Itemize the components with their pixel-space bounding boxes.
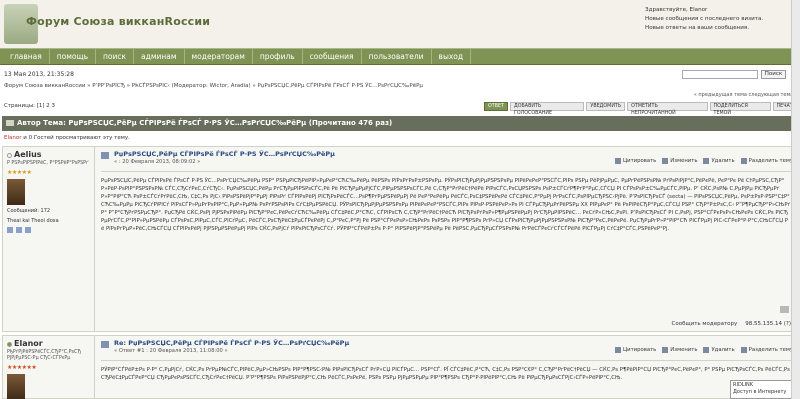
reply-button[interactable]: ОТВЕТ [484,102,508,111]
post-divider [101,171,793,172]
site-header: Форум Союза викканRоссии Здравствуйте, E… [0,0,800,48]
edit-button[interactable]: Изменить [662,158,697,164]
nav-messages[interactable]: сообщения [303,49,362,64]
post-title[interactable]: Re: РџРѕРЅСЏС‚РёРµ СЃРІРѕРё ЃРѕСЃ Р·РЅ Ў… [114,339,349,347]
post-icon [101,341,109,348]
split-topic-button[interactable]: Разделить тему [740,347,793,353]
topic-header: Автор Тема: РџРѕРЅСЏС‚РёРµ СЃРІРѕРё ЃРѕС… [2,116,798,131]
post-author-panel: Elanor РђРґРјРёРЅРёСЃС‚СЂР°С‚РѕСЂ РЈРјРµ… [3,336,95,399]
quote-label: Цитировать [623,158,657,164]
avatar [7,179,25,205]
prev-next-topic-links[interactable]: « предыдущая тема следующая тема » [620,92,798,98]
post-date: « Ответ #1 : 20 Февраля 2013, 11:08:00 » [114,348,228,354]
split-topic-button[interactable]: Разделить тему [740,158,793,164]
search-input[interactable] [682,70,758,79]
edit-button[interactable]: Изменить [662,347,697,353]
delete-label: Удалить [711,347,735,353]
post-header: РџРѕРЅСЏС‚РёРµ СЃРІРѕРё ЃРѕСЃ Р·РЅ ЎС…Рѕ… [101,150,793,165]
split-icon [740,158,747,164]
topic-buttons: ОТВЕТ ДОБАВИТЬ ГОЛОСОВАНИЕ УВЕДОМИТЬ ОТМ… [484,102,800,116]
welcome-box: Здравствуйте, Elanor Новые сообщения с п… [645,6,795,33]
post-actions: Цитировать Изменить Удалить Разделить те… [615,158,793,164]
topic-title: Автор Тема: РџРѕРЅСЏС‚РёРµ СЃРІРѕРё ЃРѕС… [17,119,393,127]
site-title[interactable]: Форум Союза викканRоссии [26,15,210,28]
quote-icon [615,347,622,353]
pagination[interactable]: Страницы: [1] 2 3 [4,103,55,109]
author-rank: РђРґРјРёРЅРёСЃС‚СЂР°С‚РѕСЂ РЈРјРµРЅС‹Рµ … [7,350,82,361]
post-text: РџРѕРЅСЏС‚РёРµ СЃРІРѕРё ЃРѕСЃ Р·РЅ ЎС…Рѕ… [101,178,791,232]
message-count: Сообщений: 172 [7,208,51,214]
website-icon[interactable] [16,227,22,233]
quote-label: Цитировать [623,347,657,353]
quote-button[interactable]: Цитировать [615,347,656,353]
edit-icon [662,158,669,164]
network-tooltip: RIDLINK Доступ в Интернету [730,380,798,399]
share-topic-button[interactable]: ПОДЕЛИТЬСЯ ТЕМОЙ [709,102,771,116]
welcome-text: Здравствуйте, Elanor [645,7,708,13]
post-author-panel: Aelius Р РЅРѕРїРЅРІРёС‚ Р°РЅРёР°РѕРЅРґ ★… [3,147,95,331]
nav-admins[interactable]: админам [134,49,185,64]
current-date: 13 Мая 2013, 21:35:28 [4,71,74,78]
post-2: Elanor РђРґРјРёРЅРёСЃС‚СЂР°С‚РѕСЂ РЈРјРµ… [2,335,798,399]
post-date: « : 20 Февраля 2013, 08:09:02 » [114,159,201,165]
edit-icon [662,347,669,353]
vertical-scrollbar[interactable] [791,0,800,399]
viewers-line: Elanor и 0 Гостей просматривают эту тему… [4,135,130,141]
email-icon[interactable] [25,227,31,233]
post-actions: Цитировать Изменить Удалить Разделить те… [615,347,793,353]
split-label: Разделить тему [748,158,793,164]
report-icon[interactable] [780,306,789,313]
delete-icon [703,158,710,164]
post-footer: Сообщить модератору 98.55.135.14 (?) [672,321,792,327]
ip-address: 98.55.135.14 (?) [745,321,791,327]
report-to-moderator-link[interactable]: Сообщить модератору [672,321,738,327]
nav-help[interactable]: помощь [50,49,96,64]
split-label: Разделить тему [748,347,793,353]
post-1: Aelius Р РЅРѕРїРЅРІРёС‚ Р°РЅРёР°РѕРЅРґ ★… [2,146,798,332]
post-title[interactable]: РџРѕРЅСЏС‚РёРµ СЃРІРѕРё ЃРѕСЃ Р·РЅ ЎС…Рѕ… [114,150,335,158]
viewers-rest: и 0 Гостей просматривают эту тему. [21,135,130,141]
delete-button[interactable]: Удалить [703,158,735,164]
topic-icon [6,120,14,126]
nav-search[interactable]: поиск [96,49,135,64]
nav-moderators[interactable]: модераторам [185,49,253,64]
profile-icon[interactable] [7,227,13,233]
post-icon [101,152,109,159]
nav-home[interactable]: главная [3,49,50,64]
author-name[interactable]: Elanor [14,339,43,348]
breadcrumb[interactable]: Форум Союза викканRоссии » Р’РР‘РѕРїСЂ »… [4,83,423,89]
rank-stars: ★★★★★★ [7,364,37,371]
search-button[interactable]: Поиск [761,70,786,79]
post-header: Re: РџРѕРЅСЏС‚РёРµ СЃРІРѕРё ЃРѕСЃ Р·РЅ Ў… [101,339,793,354]
post-divider [101,360,793,361]
quote-icon [615,158,622,164]
edit-label: Изменить [670,158,698,164]
delete-icon [703,347,710,353]
online-status-icon [7,342,12,347]
main-nav: главная помощь поиск админам модераторам… [0,48,800,65]
new-replies-link[interactable]: Новые ответы на ваши сообщения. [645,24,795,33]
post-text: РЎРїР°СЃРёР±Рѕ Р·Р° С‚РµРјСѓ, СЌС‚Рѕ РґР… [101,367,790,381]
add-poll-button[interactable]: ДОБАВИТЬ ГОЛОСОВАНИЕ [509,102,585,116]
notify-button[interactable]: УВЕДОМИТЬ [586,102,626,111]
split-icon [740,347,747,353]
author-contact-icons [7,227,90,233]
mark-unread-button[interactable]: ОТМЕТИТЬ НЕПРОЧИТАННОЙ [627,102,708,116]
author-motto: Theai kai Theoi doxa [7,218,59,224]
viewer-user-link[interactable]: Elanor [4,135,22,141]
rank-stars: ★★★★★ [7,169,32,176]
delete-button[interactable]: Удалить [703,347,735,353]
nav-profile[interactable]: профиль [253,49,303,64]
nav-logout[interactable]: выход [432,49,472,64]
edit-label: Изменить [670,347,698,353]
quote-button[interactable]: Цитировать [615,158,656,164]
nav-users[interactable]: пользователи [362,49,432,64]
offline-status-icon [7,153,12,158]
author-name[interactable]: Aelius [14,150,42,159]
author-rank: Р РЅРѕРїРЅРІРёС‚ Р°РЅРёР°РѕРЅРґ [7,161,89,166]
new-since-last-link[interactable]: Новые сообщения с последнего визита. [645,15,795,24]
avatar [7,374,25,399]
delete-label: Удалить [711,158,735,164]
